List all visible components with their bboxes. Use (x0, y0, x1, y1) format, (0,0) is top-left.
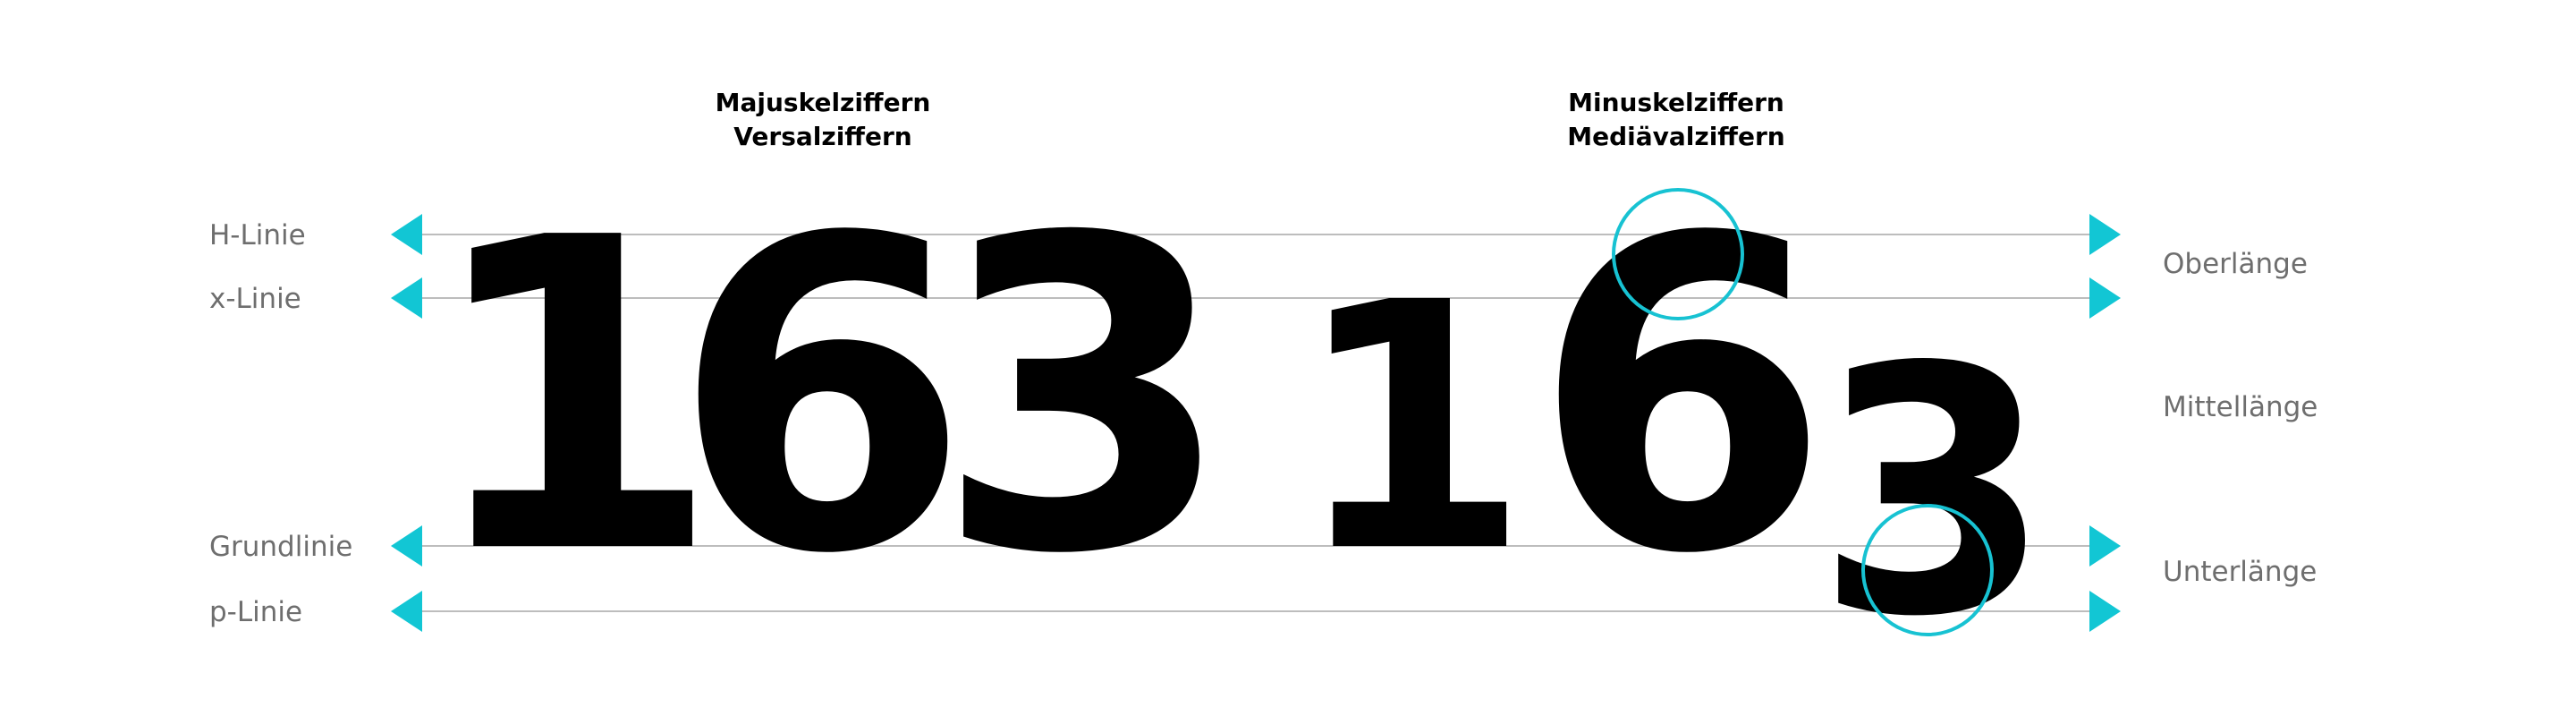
descender-label: Unterlänge (2163, 556, 2317, 588)
oldstyle-digit-6: 6 (1532, 148, 1831, 648)
baseline-left-arrow-icon (391, 525, 422, 567)
x-line-left-arrow-icon (391, 277, 422, 319)
h-line-label: H-Linie (209, 219, 306, 251)
oldstyle-digit-1: 1 (1293, 230, 1530, 626)
p-line-left-arrow-icon (391, 591, 422, 632)
x-line-right-arrow-icon (2089, 277, 2121, 319)
heading-oldstyle-line1: Minuskelziffern (1568, 88, 1784, 117)
ascender-label: Oberlänge (2163, 248, 2308, 280)
heading-lining-line1: Majuskelziffern (716, 88, 931, 117)
diagram-canvas: Majuskelziffern Versalziffern Minuskelzi… (209, 88, 2318, 691)
baseline-right-arrow-icon (2089, 525, 2121, 567)
h-line-left-arrow-icon (391, 214, 422, 255)
baseline-label: Grundlinie (209, 531, 352, 563)
lining-digit-6: 6 (672, 148, 970, 648)
x-line-label: x-Linie (209, 283, 301, 315)
p-line-right-arrow-icon (2089, 591, 2121, 632)
lining-digit-3: 3 (935, 148, 1233, 648)
oldstyle-digit-3: 3 (1816, 294, 2052, 691)
typography-diagram: Majuskelziffern Versalziffern Minuskelzi… (0, 0, 2576, 716)
p-line-label: p-Linie (209, 596, 302, 628)
h-line-right-arrow-icon (2089, 214, 2121, 255)
xheight-label: Mittellänge (2163, 391, 2318, 423)
